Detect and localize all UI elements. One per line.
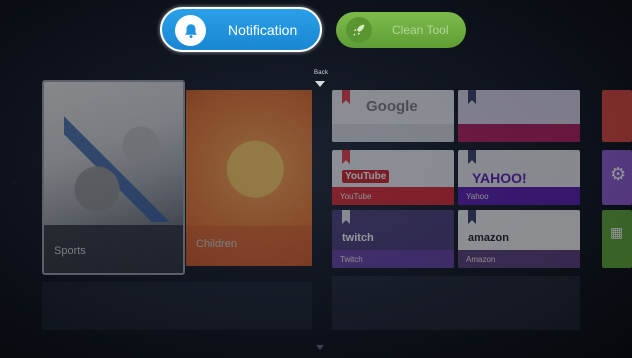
notification-button[interactable]: Notification	[160, 7, 322, 52]
notification-label: Notification	[228, 22, 298, 38]
bell-icon	[175, 15, 206, 46]
website-tile-google[interactable]: Google	[332, 90, 454, 142]
bookmark-icon	[342, 90, 350, 104]
launcher-screen: › Sports Children Google YouTube YouTube	[0, 0, 632, 358]
twitch-logo: twitch	[342, 232, 374, 244]
amazon-logo: amazon	[468, 232, 509, 244]
website-tile-youtube[interactable]: YouTube YouTube	[332, 150, 454, 205]
lower-row	[332, 276, 580, 330]
amazon-caption: Amazon	[466, 255, 496, 264]
website-tile-amazon[interactable]: amazon Amazon	[458, 210, 580, 268]
bookmark-icon	[342, 210, 350, 224]
side-tile-red[interactable]	[602, 90, 632, 142]
clean-tool-button[interactable]: Clean Tool	[336, 12, 466, 48]
gear-icon: ⚙	[610, 164, 627, 184]
clean-tool-label: Clean Tool	[392, 23, 449, 37]
website-strip	[332, 124, 454, 142]
website-strip	[458, 124, 580, 142]
website-tile-yahoo[interactable]: YAHOO! Yahoo	[458, 150, 580, 205]
youtube-caption: YouTube	[340, 192, 372, 201]
website-strip: YouTube	[332, 187, 454, 205]
children-tile[interactable]: Children	[186, 90, 312, 266]
left-scroll-icon: ›	[12, 175, 16, 189]
youtube-logo: YouTube	[342, 170, 390, 183]
bookmark-icon	[468, 90, 476, 104]
back-arrow-icon[interactable]	[315, 81, 325, 87]
settings-tile[interactable]: ⚙	[602, 150, 632, 205]
rocket-icon	[346, 17, 372, 43]
bookmark-icon	[342, 150, 350, 164]
yahoo-caption: Yahoo	[466, 192, 489, 201]
sports-label: Sports	[54, 245, 86, 257]
sports-image	[64, 112, 174, 222]
down-arrow-icon	[316, 345, 324, 350]
back-label: Back	[314, 70, 329, 76]
lower-row-left	[42, 282, 312, 330]
website-strip: Yahoo	[458, 187, 580, 205]
bookmark-icon	[468, 210, 476, 224]
sports-tile[interactable]: Sports	[42, 80, 185, 275]
website-strip: Twitch	[332, 250, 454, 268]
yahoo-logo: YAHOO!	[472, 170, 527, 186]
children-label: Children	[196, 238, 237, 250]
website-strip: Amazon	[458, 250, 580, 268]
bookmark-icon	[468, 150, 476, 164]
twitch-caption: Twitch	[340, 255, 363, 264]
google-logo: Google	[366, 98, 418, 115]
website-tile-blank[interactable]	[458, 90, 580, 142]
apps-tile[interactable]: ▦	[602, 210, 632, 268]
website-tile-twitch[interactable]: twitch Twitch	[332, 210, 454, 268]
grid-icon: ▦	[610, 224, 624, 240]
